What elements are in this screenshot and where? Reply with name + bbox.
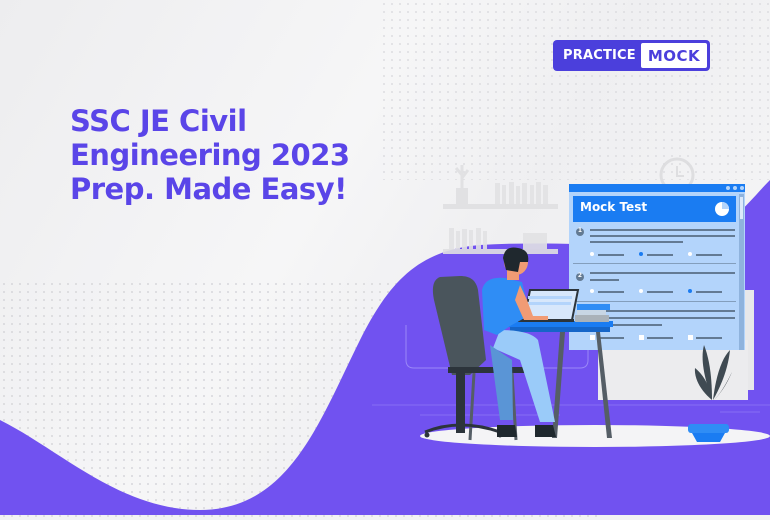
question-number-2: 2 bbox=[577, 272, 583, 279]
logo-mock-text: MOCK bbox=[641, 43, 707, 68]
question-number-1: 1 bbox=[577, 227, 583, 234]
logo-practice-text: PRACTICE bbox=[563, 48, 636, 63]
headline-line-3: Prep. Made Easy! bbox=[70, 172, 347, 206]
headline-line-2: Engineering 2023 bbox=[70, 138, 350, 172]
practicemock-logo[interactable]: PRACTICE MOCK bbox=[553, 40, 710, 71]
mock-test-title: Mock Test bbox=[580, 200, 648, 214]
headline: SSC JE Civil Engineering 2023 Prep. Made… bbox=[70, 104, 350, 206]
illustration bbox=[0, 157, 770, 515]
headline-line-1: SSC JE Civil bbox=[70, 104, 247, 138]
